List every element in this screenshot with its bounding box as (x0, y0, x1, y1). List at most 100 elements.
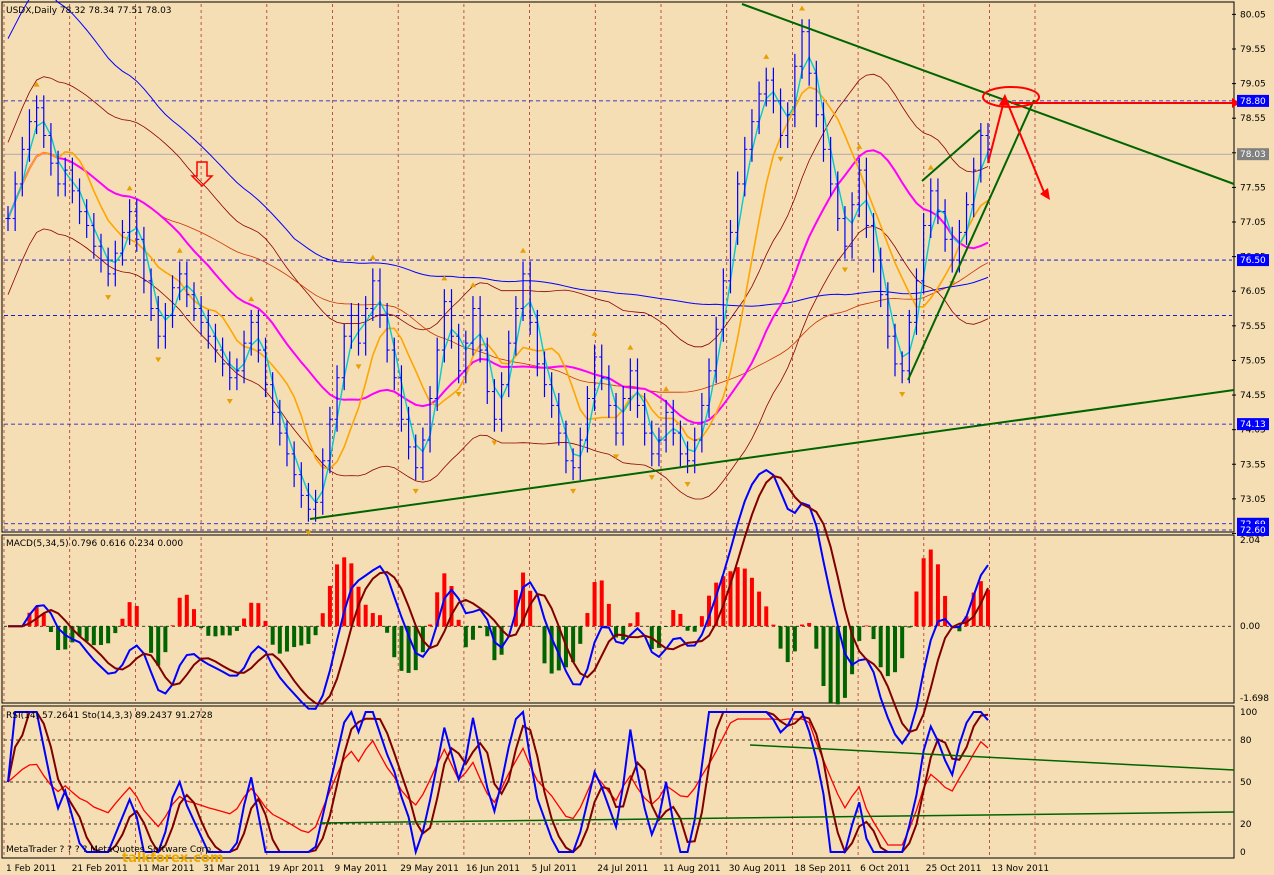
date-label: 1 Feb 2011 (6, 864, 56, 874)
macd-histogram-bar (635, 612, 640, 627)
macd-histogram-bar (735, 567, 740, 627)
price-tag-label: 72.60 (1240, 526, 1266, 536)
macd-histogram-bar (191, 609, 196, 627)
macd-histogram-bar (292, 626, 297, 648)
macd-histogram-bar (757, 591, 762, 627)
main-header: USDX,Daily 78.32 78.34 77.51 78.03 (6, 6, 172, 16)
macd-histogram-bar (585, 613, 590, 627)
price-tick-label: 77.55 (1240, 183, 1266, 193)
macd-histogram-bar (170, 625, 175, 627)
macd-histogram-bar (592, 582, 597, 627)
macd-histogram-bar (127, 602, 132, 627)
macd-histogram-bar (764, 606, 769, 627)
macd-histogram-bar (120, 618, 125, 627)
macd-histogram-bar (900, 626, 905, 659)
macd-histogram-bar (463, 626, 468, 648)
macd-histogram-bar (878, 626, 883, 668)
macd-histogram-bar (778, 626, 783, 649)
macd-histogram-bar (742, 568, 747, 627)
macd-histogram-bar (628, 623, 633, 627)
macd-histogram-bar (807, 622, 812, 627)
macd-histogram-bar (41, 613, 46, 627)
price-tick-label: 74.55 (1240, 391, 1266, 401)
macd-histogram-bar (928, 549, 933, 627)
macd-histogram-bar (428, 624, 433, 627)
price-tick-label: 73.05 (1240, 495, 1266, 505)
price-tick-label: 76.05 (1240, 287, 1266, 297)
price-tag-label: 78.80 (1240, 97, 1266, 107)
macd-histogram-bar (792, 626, 797, 652)
macd-histogram-bar (485, 626, 490, 637)
macd-histogram-bar (370, 613, 375, 627)
macd-histogram-bar (242, 618, 247, 627)
macd-tick-label: -1.698 (1240, 694, 1269, 704)
macd-histogram-bar (907, 626, 912, 628)
macd-histogram-bar (935, 564, 940, 627)
macd-histogram-bar (91, 626, 96, 646)
date-label: 11 Aug 2011 (663, 864, 721, 874)
macd-histogram-bar (678, 613, 683, 627)
macd-histogram-bar (578, 626, 583, 644)
macd-histogram-bar (456, 619, 461, 627)
forex-chart: 80.0579.5579.0578.5578.0577.5577.0576.55… (1, 0, 1269, 874)
date-label: 25 Oct 2011 (926, 864, 982, 874)
price-tick-label: 73.55 (1240, 460, 1266, 470)
macd-histogram-bar (914, 591, 919, 627)
macd-histogram-bar (692, 626, 697, 632)
date-label: 30 Aug 2011 (729, 864, 787, 874)
macd-histogram-bar (177, 597, 182, 627)
macd-histogram-bar (363, 604, 368, 627)
price-tick-label: 77.05 (1240, 218, 1266, 228)
macd-histogram-bar (864, 625, 869, 627)
macd-histogram-bar (599, 580, 604, 627)
price-tick-label: 75.55 (1240, 322, 1266, 332)
macd-histogram-bar (306, 626, 311, 644)
macd-histogram-bar (227, 626, 232, 636)
macd-histogram-bar (234, 626, 239, 631)
rsi-header: RSI(14) 57.2641 Sto(14,3,3) 89.2437 91.2… (6, 711, 213, 721)
date-label: 29 May 2011 (400, 864, 459, 874)
macd-histogram-bar (535, 626, 540, 627)
macd-histogram-bar (284, 626, 289, 652)
macd-tick-label: 2.04 (1240, 536, 1260, 546)
price-tick-label: 78.55 (1240, 114, 1266, 124)
macd-histogram-bar (98, 626, 103, 645)
macd-histogram-bar (814, 626, 819, 649)
macd-histogram-bar (986, 589, 990, 627)
macd-histogram-bar (213, 626, 218, 637)
watermark-site: talkforex.com (122, 851, 223, 866)
price-tag-label: 74.13 (1240, 420, 1266, 430)
macd-tick-label: 0.00 (1240, 622, 1260, 632)
macd-histogram-bar (478, 626, 483, 628)
macd-histogram-bar (893, 626, 898, 673)
macd-histogram-bar (320, 613, 325, 627)
price-tick-label: 75.05 (1240, 356, 1266, 366)
price-tick-label: 80.05 (1240, 10, 1266, 20)
macd-histogram-bar (327, 585, 332, 627)
macd-histogram-bar (857, 626, 862, 641)
macd-histogram-bar (163, 626, 168, 653)
macd-histogram-bar (664, 626, 669, 627)
macd-histogram-bar (106, 626, 111, 644)
macd-histogram-bar (921, 558, 926, 627)
date-label: 9 May 2011 (335, 864, 388, 874)
macd-histogram-bar (621, 626, 626, 640)
date-label: 24 Jul 2011 (597, 864, 648, 874)
macd-histogram-bar (606, 603, 611, 627)
rsi-tick-label: 0 (1240, 848, 1246, 858)
macd-histogram-bar (63, 626, 68, 650)
date-label: 21 Feb 2011 (72, 864, 128, 874)
macd-histogram-bar (206, 626, 211, 636)
macd-histogram-bar (871, 626, 876, 640)
rsi-tick-label: 80 (1240, 736, 1252, 746)
macd-histogram-bar (835, 626, 840, 705)
price-tick-label: 79.55 (1240, 45, 1266, 55)
date-label: 18 Sep 2011 (794, 864, 851, 874)
macd-histogram-bar (263, 620, 268, 627)
price-tag-label: 76.50 (1240, 256, 1266, 266)
macd-histogram-bar (399, 626, 404, 671)
macd-histogram-bar (699, 616, 704, 627)
macd-histogram-bar (542, 626, 547, 664)
macd-header: MACD(5,34,5) 0.796 0.616 0.234 0.000 (6, 539, 183, 549)
macd-histogram-bar (771, 624, 776, 627)
